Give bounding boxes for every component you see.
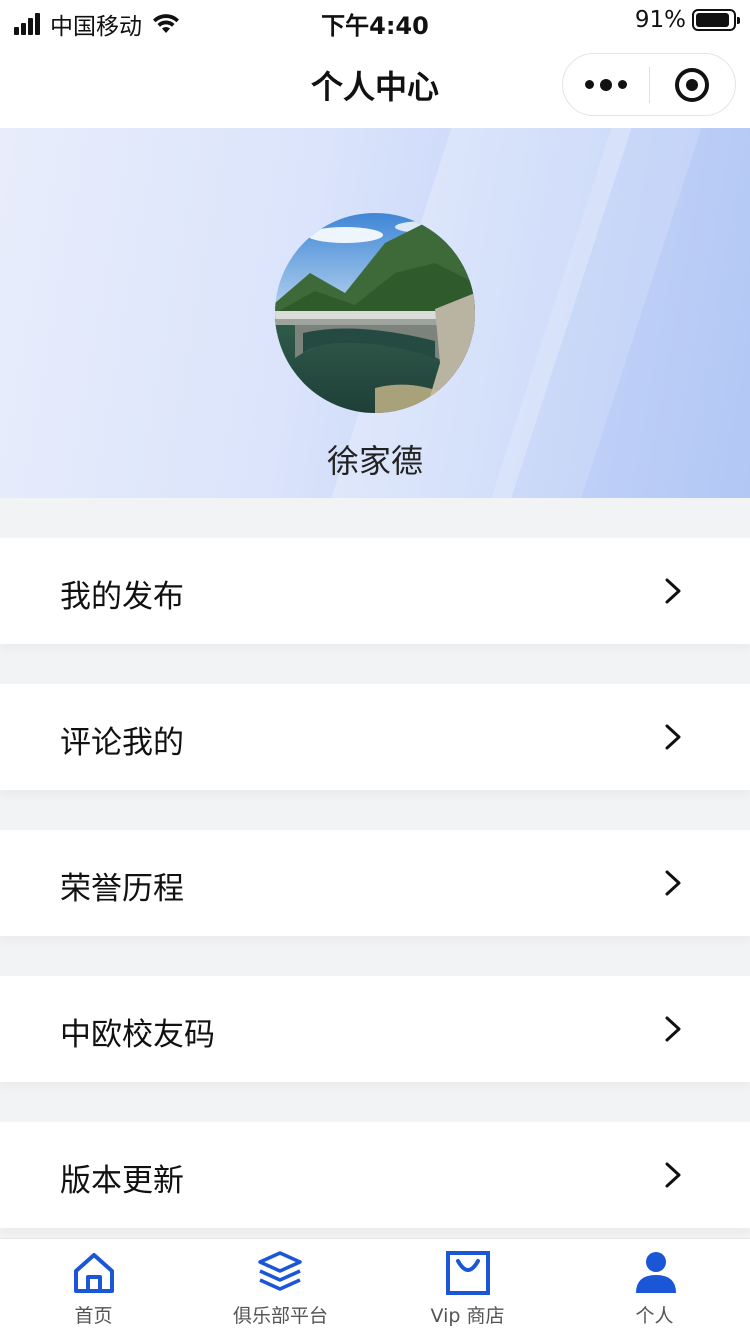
close-miniprogram-button[interactable] xyxy=(650,54,736,115)
tab-profile[interactable]: 个人 xyxy=(561,1239,748,1334)
target-icon xyxy=(675,67,710,102)
profile-header: 徐家德 xyxy=(0,128,750,498)
chevron-right-icon xyxy=(665,724,681,750)
status-bar: 中国移动 下午4:40 91% xyxy=(0,0,750,42)
battery-percent: 91% xyxy=(634,7,686,33)
user-name: 徐家德 xyxy=(326,442,423,480)
shopping-bag-icon xyxy=(446,1251,490,1295)
tab-label: Vip 商店 xyxy=(430,1305,505,1327)
home-icon xyxy=(74,1253,114,1293)
menu-item-label: 版本更新 xyxy=(60,1163,184,1199)
avatar[interactable] xyxy=(275,213,475,413)
menu-item-honors[interactable]: 荣誉历程 xyxy=(0,830,750,936)
person-icon xyxy=(636,1252,676,1293)
menu-item-label: 荣誉历程 xyxy=(60,871,184,907)
tab-club-platform[interactable]: 俱乐部平台 xyxy=(187,1239,374,1334)
menu-item-comments-on-me[interactable]: 评论我的 xyxy=(0,684,750,790)
avatar-landscape-image xyxy=(275,213,475,413)
chevron-right-icon xyxy=(665,870,681,896)
tab-bar: 首页 俱乐部平台 Vip 商店 个人 xyxy=(0,1238,750,1334)
chevron-right-icon xyxy=(665,578,681,604)
more-dots-icon xyxy=(582,78,630,91)
menu-item-label: 评论我的 xyxy=(60,725,184,761)
tab-label: 俱乐部平台 xyxy=(232,1305,328,1327)
more-button[interactable] xyxy=(563,54,649,115)
menu-item-version-update[interactable]: 版本更新 xyxy=(0,1122,750,1228)
chevron-right-icon xyxy=(665,1162,681,1188)
tab-home[interactable]: 首页 xyxy=(0,1239,187,1334)
menu-item-label: 我的发布 xyxy=(60,579,184,615)
menu-item-label: 中欧校友码 xyxy=(60,1017,215,1053)
chevron-right-icon xyxy=(665,1016,681,1042)
tab-label: 首页 xyxy=(74,1305,113,1327)
tab-vip-store[interactable]: Vip 商店 xyxy=(374,1239,561,1334)
battery-icon xyxy=(692,9,740,31)
miniprogram-capsule xyxy=(562,53,736,116)
menu-item-my-posts[interactable]: 我的发布 xyxy=(0,538,750,644)
menu-item-alumni-code[interactable]: 中欧校友码 xyxy=(0,976,750,1082)
layers-icon xyxy=(258,1251,302,1291)
tab-label: 个人 xyxy=(635,1305,674,1327)
nav-bar: 个人中心 xyxy=(0,42,750,128)
